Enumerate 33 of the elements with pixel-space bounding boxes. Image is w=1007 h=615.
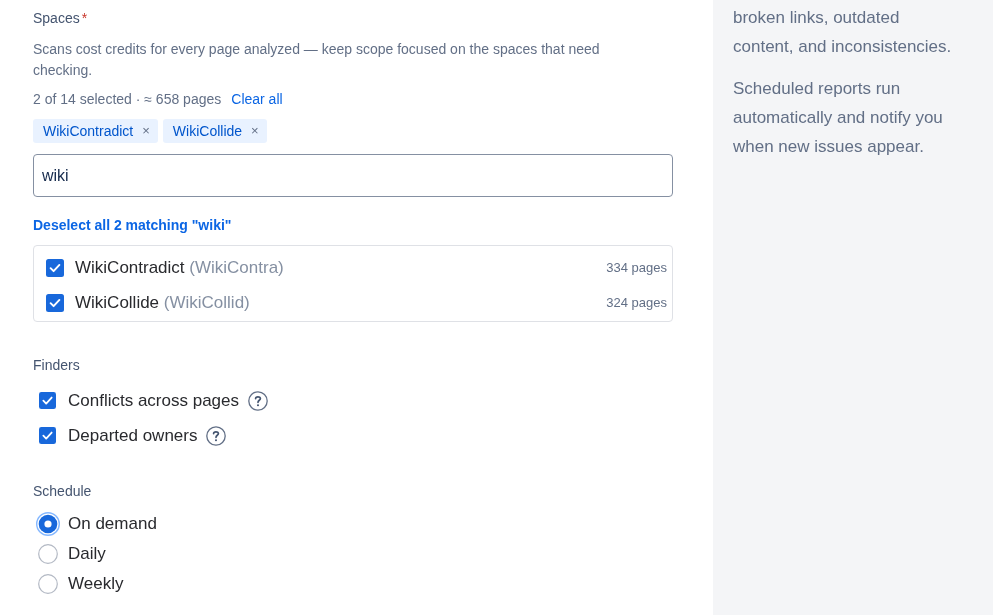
field-label: Spaces	[33, 9, 80, 28]
section-label: Schedule	[33, 482, 93, 501]
section-label: Finders	[33, 356, 81, 375]
page-count: 324 pages	[606, 293, 667, 312]
radio[interactable]	[36, 572, 60, 596]
checkbox-label[interactable]: Departed owners	[68, 424, 198, 447]
deselect-matching-link[interactable]: Deselect all 2 matching "wiki"	[33, 215, 673, 235]
radio[interactable]	[36, 542, 60, 566]
radio-label[interactable]: Daily	[68, 543, 106, 565]
sidebar-paragraph: broken links, outdated content, and inconsistencies.	[733, 7, 953, 58]
tag-label: WikiContradict	[43, 122, 134, 141]
checked-checkbox[interactable]	[39, 427, 56, 444]
checked-checkbox[interactable]	[46, 293, 64, 312]
space-option-label[interactable]: WikiContradict (WikiContra)	[75, 256, 284, 279]
help-icon[interactable]	[248, 390, 269, 411]
checkbox-label[interactable]: Conflicts across pages	[68, 389, 240, 412]
selection-summary: 2 of 14 selected · ≈ 658 pages	[33, 90, 222, 109]
search-field[interactable]: wiki	[33, 154, 673, 197]
clear-all-link[interactable]: Clear all	[231, 89, 283, 109]
sidebar-paragraph: Scheduled reports run automatically and notify you when new issues appear.	[733, 78, 944, 158]
checked-checkbox[interactable]	[46, 258, 64, 277]
help-icon[interactable]	[206, 425, 227, 446]
tag-label: WikiCollide	[172, 122, 243, 141]
remove-tag-button[interactable]: ×	[251, 123, 259, 139]
selected-radio[interactable]	[36, 512, 60, 536]
radio-label[interactable]: On demand	[68, 513, 157, 535]
space-option-label[interactable]: WikiCollide (WikiCollid)	[75, 291, 250, 314]
remove-tag-button[interactable]: ×	[142, 123, 150, 139]
radio-label[interactable]: Weekly	[68, 573, 124, 595]
field-description: Scans cost credits for every page analyzed — keep scope focused on the spaces that need checking.	[33, 40, 601, 80]
required-mark: *	[81, 9, 88, 28]
checked-checkbox[interactable]	[39, 392, 56, 409]
page-count: 334 pages	[606, 258, 667, 277]
